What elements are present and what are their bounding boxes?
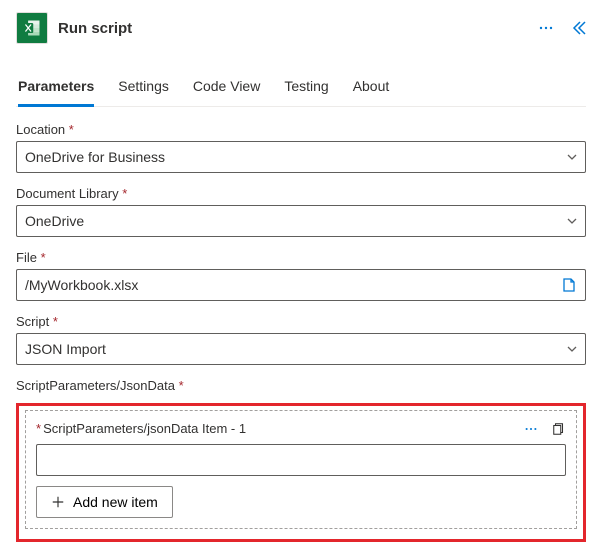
item-more-icon[interactable] <box>524 422 538 436</box>
more-icon[interactable] <box>538 20 554 36</box>
jsondata-item-label: *ScriptParameters/jsonData Item - 1 <box>36 421 524 436</box>
tab-settings[interactable]: Settings <box>118 70 169 107</box>
chevron-down-icon <box>567 216 577 226</box>
jsondata-section-label: ScriptParameters/JsonData * <box>16 378 184 393</box>
add-new-item-button[interactable]: Add new item <box>36 486 173 518</box>
card-title: Run script <box>58 20 528 37</box>
location-value: OneDrive for Business <box>25 149 165 165</box>
script-value: JSON Import <box>25 341 106 357</box>
collapse-icon[interactable] <box>570 20 586 36</box>
chevron-down-icon <box>567 152 577 162</box>
tab-about[interactable]: About <box>353 70 390 107</box>
jsondata-item-input[interactable] <box>36 444 566 476</box>
library-label: Document Library * <box>16 186 127 201</box>
plus-icon <box>51 495 65 509</box>
tab-testing[interactable]: Testing <box>284 70 328 107</box>
library-select[interactable]: OneDrive <box>16 205 586 237</box>
file-input[interactable]: /MyWorkbook.xlsx <box>16 269 586 301</box>
script-label: Script * <box>16 314 58 329</box>
library-value: OneDrive <box>25 213 84 229</box>
location-select[interactable]: OneDrive for Business <box>16 141 586 173</box>
jsondata-container: *ScriptParameters/jsonData Item - 1 Add … <box>25 410 577 529</box>
script-select[interactable]: JSON Import <box>16 333 586 365</box>
file-value: /MyWorkbook.xlsx <box>25 277 138 293</box>
add-new-item-label: Add new item <box>73 494 158 510</box>
copy-icon[interactable] <box>552 422 566 436</box>
tab-parameters[interactable]: Parameters <box>18 70 94 107</box>
location-label: Location * <box>16 122 74 137</box>
tab-code-view[interactable]: Code View <box>193 70 260 107</box>
file-label: File * <box>16 250 46 265</box>
jsondata-highlight: *ScriptParameters/jsonData Item - 1 Add … <box>16 403 586 542</box>
folder-picker-icon[interactable] <box>561 277 577 293</box>
excel-icon <box>16 12 48 44</box>
chevron-down-icon <box>567 344 577 354</box>
tabs-bar: Parameters Settings Code View Testing Ab… <box>16 70 586 107</box>
